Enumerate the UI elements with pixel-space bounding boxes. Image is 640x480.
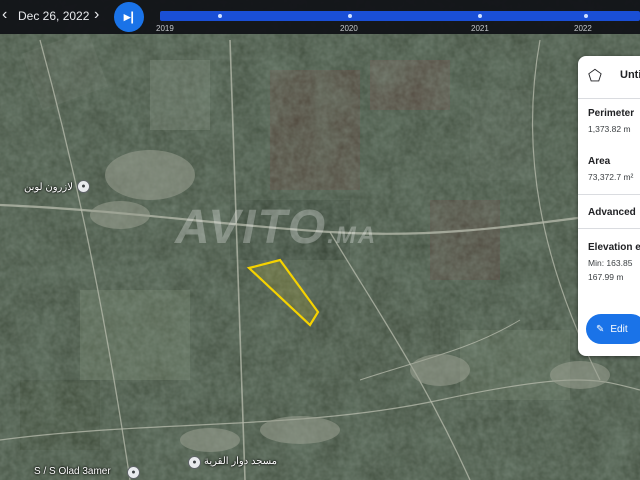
area-label: Area [588,156,611,167]
timeline-marker[interactable] [348,14,352,18]
place-pin-icon[interactable]: ● [77,180,90,193]
divider [578,98,640,99]
timeline-slider[interactable] [160,11,640,21]
timeline-marker[interactable] [584,14,588,18]
year-label: 2020 [340,24,358,33]
measurement-panel: ⬠ Unti Perimeter 1,373.82 m Area 73,372.… [578,56,640,356]
chevron-right-icon[interactable]: › [94,6,99,24]
divider [578,194,640,195]
perimeter-label: Perimeter [588,108,635,119]
watermark: AVITO.MA [175,201,378,254]
chevron-left-icon[interactable]: ‹ [2,6,7,24]
place-label[interactable]: لازرون لوبن [24,182,73,193]
advanced-toggle[interactable]: Advanced [588,207,636,218]
timeline-marker[interactable] [478,14,482,18]
skip-to-end-icon[interactable]: ▸| [114,2,144,32]
perimeter-value: 1,373.82 m [588,124,631,134]
timeline-marker[interactable] [218,14,222,18]
elevation-min: Min: 163.85 [588,258,633,268]
polygon-icon: ⬠ [588,68,602,85]
place-pin-icon[interactable]: ● [127,466,140,479]
year-label: 2021 [471,24,489,33]
edit-button[interactable]: ✎ Edit [586,314,640,344]
place-pin-icon[interactable]: ● [188,456,201,469]
divider [578,228,640,229]
year-label: 2022 [574,24,592,33]
elevation-max: 167.99 m [588,272,624,282]
pencil-icon: ✎ [596,323,605,335]
area-value: 73,372.7 m² [588,172,634,182]
timeline-bar: ‹ Dec 26, 2022 › ▸| 2019 2020 2021 2022 [0,0,640,34]
panel-title: Unti [620,69,640,81]
timeline-date: Dec 26, 2022 [18,9,90,23]
place-label[interactable]: مسجد دوار القرية [204,456,277,467]
elevation-label: Elevation e [588,242,640,253]
year-label: 2019 [156,24,174,33]
place-label[interactable]: S / S Olad 3amer [34,466,111,477]
edit-label: Edit [610,323,628,335]
